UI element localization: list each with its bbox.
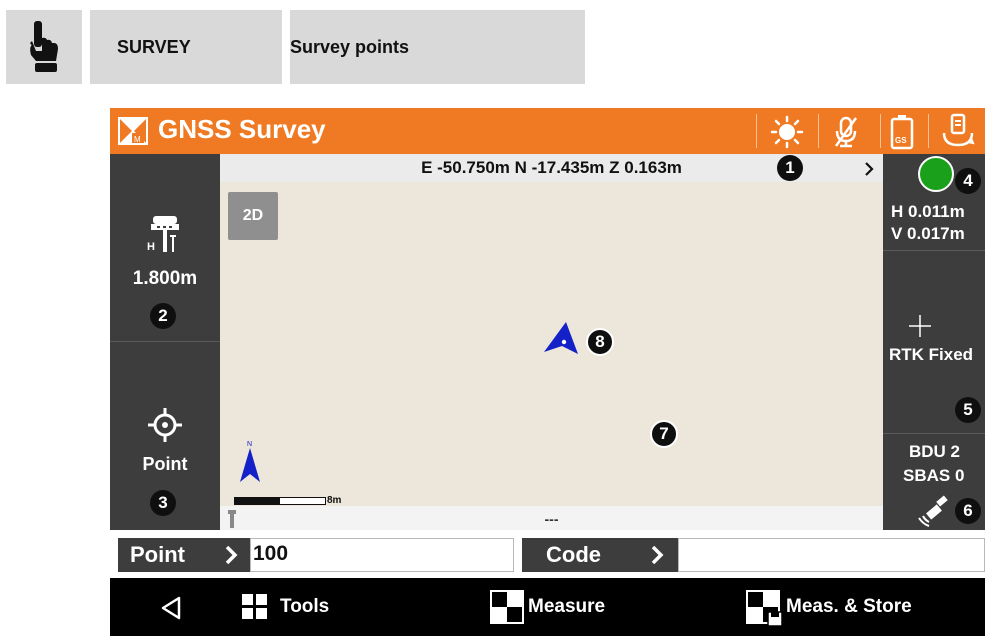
callout-6: 6 [955,498,981,524]
tools-label: Tools [280,596,330,617]
measure-store-icon [746,590,783,627]
code-label-button[interactable]: Code [522,538,678,572]
satellites-line1: BDU 2 [909,442,961,461]
point-name-value: 100 [253,542,289,565]
position-arrow-icon [544,322,578,354]
topic-title: Survey points [290,36,410,57]
antenna-height-button[interactable]: H 1.800m 2 [110,154,220,342]
tools-button[interactable]: Tools [236,586,356,628]
divider [928,114,929,148]
app-title: GNSS Survey [158,114,326,144]
view-mode-button[interactable]: 2D [228,192,278,240]
survey-mode-label: Point [142,454,188,474]
crosshair-small-icon [909,315,931,337]
tools-grid-icon [242,594,267,619]
callout-4: 4 [955,168,981,194]
callout-2: 2 [150,303,176,329]
map-status-bar: --- [220,506,883,530]
divider [818,114,819,148]
scale-label: 8m [327,495,342,506]
precision-v: V 0.017m [891,224,965,243]
fix-status-indicator [918,156,954,192]
mic-off-icon[interactable] [830,115,862,149]
coordinate-bar[interactable]: E -50.750m N -17.435m Z 0.163m 1 [220,154,883,182]
measure-icon [490,590,524,624]
pointing-hand-icon [30,21,58,72]
receiver-icon[interactable] [940,113,976,149]
survey-mode-button[interactable]: Point 3 [110,342,220,530]
point-label: Point [130,542,185,567]
view-mode-label: 2D [242,207,264,224]
satellites-line2: SBAS 0 [903,466,965,485]
precision-panel[interactable]: 4 H 0.011m V 0.017m [883,154,985,251]
measure-store-button[interactable]: Meas. & Store [746,586,966,628]
topic-header: Survey points [290,10,585,84]
chevron-right-icon [651,546,664,564]
right-panel: 4 H 0.011m V 0.017m RTK Fixed 5 BDU 2 SB… [883,154,985,530]
callout-8: 8 [586,328,614,356]
antenna-h-label: H [147,241,155,253]
input-row: Point 100 Code [110,530,985,578]
code-input[interactable] [678,538,985,572]
precision-h: H 0.011m [891,202,965,221]
svg-text:N: N [247,441,252,448]
title-bar: M GNSS Survey GS [110,108,985,154]
divider [756,114,757,148]
callout-3: 3 [150,490,176,516]
solution-type: RTK Fixed [889,345,974,364]
chevron-right-icon[interactable] [864,162,874,176]
left-panel: H 1.800m 2 Point 3 [110,154,220,530]
measure-store-label: Meas. & Store [786,596,912,617]
callout-7: 7 [650,420,678,448]
measure-button[interactable]: Measure [490,586,640,628]
svg-text:M: M [134,135,141,144]
antenna-height-value: 1.800m [132,268,198,289]
battery-label: GS [895,136,907,145]
callout-1: 1 [777,155,803,181]
crosshair-icon [148,408,182,442]
map-status-text: --- [544,511,559,527]
gnss-survey-screen: M GNSS Survey GS H 1.800m 2 Point 3 E -5… [110,108,985,636]
divider [880,114,881,148]
hand-icon-box [6,10,82,84]
code-label: Code [546,542,601,567]
back-icon[interactable] [160,596,182,620]
point-label-button[interactable]: Point [118,538,250,572]
satellite-icon [918,495,948,527]
callout-5: 5 [955,397,981,423]
point-name-input[interactable]: 100 [250,538,514,572]
chevron-right-icon [225,546,238,564]
map-view[interactable]: 2D 8 7 N 8m [220,182,883,506]
bottom-nav-bar: Tools Measure Meas. & Store [110,578,985,636]
sun-icon[interactable] [770,115,804,149]
section-title: SURVEY [117,36,191,57]
solution-panel[interactable]: RTK Fixed 5 [883,251,985,434]
section-header: SURVEY [90,10,282,84]
app-logo-icon[interactable]: M [118,117,148,145]
measure-label: Measure [528,596,606,617]
scale-bar [234,497,326,505]
satellites-panel[interactable]: BDU 2 SBAS 0 6 [883,434,985,530]
north-arrow-icon: N [240,441,260,482]
